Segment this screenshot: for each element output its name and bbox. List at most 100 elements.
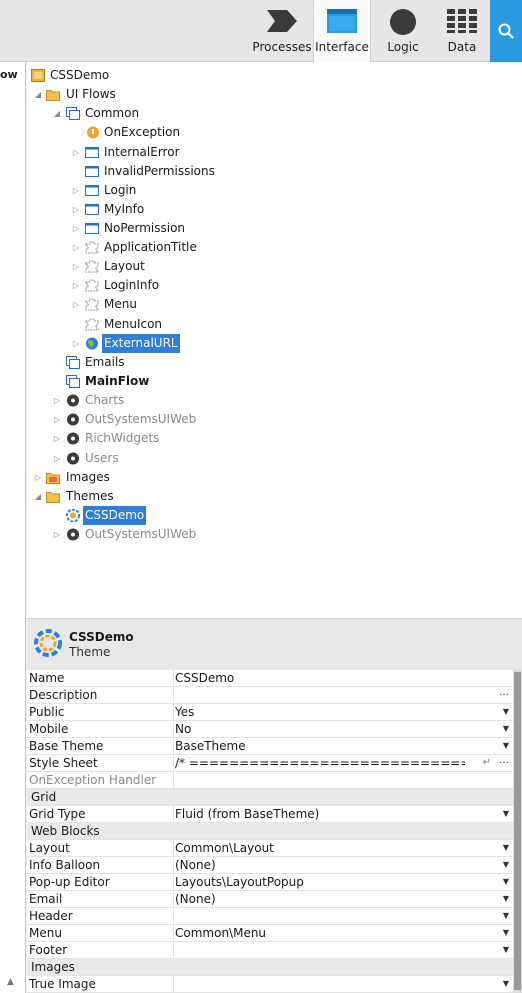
property-row-public[interactable]: Public Yes ▼ xyxy=(27,704,513,721)
property-row-mobile[interactable]: Mobile No ▼ xyxy=(27,721,513,738)
expanded-arrow-icon[interactable]: ◢ xyxy=(33,85,43,104)
left-pane-title: ow xyxy=(0,68,18,81)
ui-flow-icon xyxy=(66,356,80,369)
tree-item-label: InvalidPermissions xyxy=(104,164,215,178)
dropdown-arrow-icon[interactable]: ▼ xyxy=(503,857,509,873)
collapse-arrow-icon[interactable]: ▲ xyxy=(7,977,14,987)
tree-item-label: InternalError xyxy=(104,145,180,159)
property-row-header[interactable]: Header ▼ xyxy=(27,908,513,925)
expanded-arrow-icon[interactable]: ◢ xyxy=(52,104,62,123)
collapsed-arrow-icon[interactable]: ▷ xyxy=(71,238,81,257)
collapsed-arrow-icon[interactable]: ▷ xyxy=(71,181,81,200)
tree-item-label: OnException xyxy=(104,125,181,139)
images-folder-icon xyxy=(46,473,60,484)
properties-subtitle: Theme xyxy=(69,645,111,659)
tab-interface[interactable]: Interface xyxy=(313,0,371,63)
dropdown-arrow-icon[interactable]: ▼ xyxy=(503,840,509,856)
property-row-layout[interactable]: Layout Common\Layout ▼ xyxy=(27,840,513,857)
property-row-base-theme[interactable]: Base Theme BaseTheme ▼ xyxy=(27,738,513,755)
property-value[interactable]: (None) xyxy=(175,857,475,873)
collapsed-arrow-icon[interactable]: ▷ xyxy=(71,334,81,353)
tab-processes[interactable]: Processes xyxy=(252,0,312,62)
dropdown-arrow-icon[interactable]: ▼ xyxy=(503,908,509,924)
tree-item-label: UI Flows xyxy=(66,87,116,101)
property-row-footer[interactable]: Footer ▼ xyxy=(27,942,513,959)
web-block-icon xyxy=(85,241,99,254)
property-value[interactable]: CSSDemo xyxy=(175,670,475,686)
scrollbar-thumb[interactable] xyxy=(514,672,521,990)
dropdown-arrow-icon[interactable]: ▼ xyxy=(503,704,509,720)
properties-scrollbar[interactable] xyxy=(513,670,522,993)
property-value[interactable]: Common\Menu xyxy=(175,925,475,941)
tree-item-label: OutSystemsUIWeb xyxy=(85,412,197,426)
property-row-email[interactable]: Email (None) ▼ xyxy=(27,891,513,908)
property-value[interactable]: BaseTheme xyxy=(175,738,475,754)
property-name: Public xyxy=(29,705,65,719)
tree-item-label: CSSDemo xyxy=(83,506,147,525)
property-row-name[interactable]: Name CSSDemo xyxy=(27,670,513,687)
tree-item-label: LoginInfo xyxy=(104,278,160,292)
multiline-icon: ↵ xyxy=(482,757,491,768)
collapsed-arrow-icon[interactable]: ▷ xyxy=(71,200,81,219)
property-value[interactable]: Yes xyxy=(175,704,475,720)
tab-processes-label: Processes xyxy=(252,40,312,54)
dropdown-arrow-icon[interactable]: ▼ xyxy=(503,874,509,890)
property-row-description[interactable]: Description … xyxy=(27,687,513,704)
section-label: Grid xyxy=(31,790,57,804)
collapsed-arrow-icon[interactable]: ▷ xyxy=(71,295,81,314)
property-name: Description xyxy=(29,688,98,702)
collapsed-arrow-icon[interactable]: ▷ xyxy=(71,276,81,295)
collapsed-arrow-icon[interactable]: ▷ xyxy=(52,391,62,410)
property-value[interactable]: /* =====================================… xyxy=(175,755,465,771)
property-row-popup-editor[interactable]: Pop-up Editor Layouts\LayoutPopup ▼ xyxy=(27,874,513,891)
properties-header: CSSDemo Theme xyxy=(27,618,522,670)
collapsed-arrow-icon[interactable]: ▷ xyxy=(52,449,62,468)
search-button[interactable] xyxy=(490,0,522,62)
referenced-module-icon xyxy=(67,432,79,445)
tree-item-label: Themes xyxy=(66,489,114,503)
collapsed-arrow-icon[interactable]: ▷ xyxy=(71,143,81,162)
properties-title: CSSDemo xyxy=(69,630,134,644)
dropdown-arrow-icon[interactable]: ▼ xyxy=(503,976,509,992)
collapsed-arrow-icon[interactable]: ▷ xyxy=(52,525,62,544)
collapsed-arrow-icon[interactable]: ▷ xyxy=(33,468,43,487)
web-block-icon xyxy=(85,260,99,273)
property-value[interactable]: Fluid (from BaseTheme) xyxy=(175,806,475,822)
collapsed-arrow-icon[interactable]: ▷ xyxy=(71,219,81,238)
property-section-images: Images xyxy=(27,959,513,976)
property-value[interactable]: Layouts\LayoutPopup xyxy=(175,874,475,890)
tab-data[interactable]: Data xyxy=(434,0,490,62)
property-row-onexception-handler[interactable]: OnException Handler xyxy=(27,772,513,789)
left-pane: ow ▲ xyxy=(0,62,26,993)
property-section-web-blocks: Web Blocks xyxy=(27,823,513,840)
referenced-module-icon xyxy=(67,394,79,407)
property-value[interactable]: Common\Layout xyxy=(175,840,475,856)
tab-logic[interactable]: Logic xyxy=(375,0,431,62)
collapsed-arrow-icon[interactable]: ▷ xyxy=(71,257,81,276)
property-row-style-sheet[interactable]: Style Sheet /* =========================… xyxy=(27,755,513,772)
property-row-grid-type[interactable]: Grid Type Fluid (from BaseTheme) ▼ xyxy=(27,806,513,823)
dropdown-arrow-icon[interactable]: ▼ xyxy=(503,942,509,958)
property-row-info-balloon[interactable]: Info Balloon (None) ▼ xyxy=(27,857,513,874)
interface-icon xyxy=(327,9,357,33)
dropdown-arrow-icon[interactable]: ▼ xyxy=(503,738,509,754)
dropdown-arrow-icon[interactable]: ▼ xyxy=(503,925,509,941)
property-name: Info Balloon xyxy=(29,858,101,872)
collapsed-arrow-icon[interactable]: ▷ xyxy=(52,410,62,429)
dropdown-arrow-icon[interactable]: ▼ xyxy=(503,806,509,822)
ellipsis-button[interactable]: … xyxy=(499,685,509,701)
tree-item-label: MainFlow xyxy=(85,374,150,388)
property-row-true-image[interactable]: True Image ▼ xyxy=(27,976,513,993)
tree-item-label: Emails xyxy=(85,355,125,369)
dropdown-arrow-icon[interactable]: ▼ xyxy=(503,721,509,737)
property-name: Grid Type xyxy=(29,807,86,821)
expanded-arrow-icon[interactable]: ◢ xyxy=(33,487,43,506)
ellipsis-button[interactable]: … xyxy=(499,753,509,769)
property-row-menu[interactable]: Menu Common\Menu ▼ xyxy=(27,925,513,942)
property-value[interactable]: No xyxy=(175,721,475,737)
interface-tree: CSSDemo ◢ UI Flows ◢ Common OnException … xyxy=(27,62,522,618)
property-value[interactable]: (None) xyxy=(175,891,475,907)
collapsed-arrow-icon[interactable]: ▷ xyxy=(52,429,62,448)
property-name: Style Sheet xyxy=(29,756,98,770)
dropdown-arrow-icon[interactable]: ▼ xyxy=(503,891,509,907)
